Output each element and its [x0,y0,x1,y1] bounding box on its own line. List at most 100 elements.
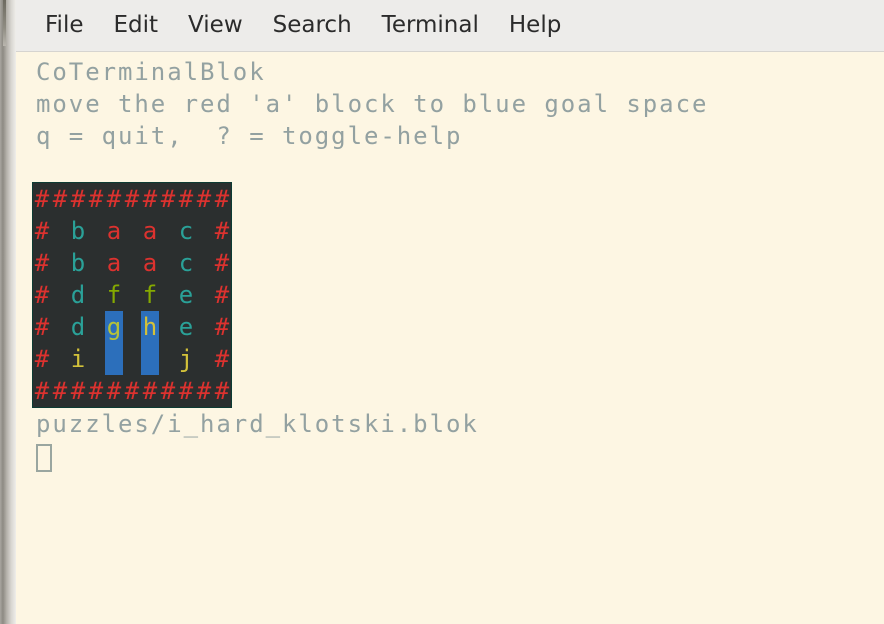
board-empty-cell[interactable] [123,215,141,247]
board-wall-cell: # [87,375,105,407]
board-block-cell-c[interactable]: c [177,247,195,279]
board-wall-cell: # [69,375,87,407]
board-empty-cell[interactable] [51,215,69,247]
board-empty-cell[interactable] [123,279,141,311]
board-wall-cell: # [141,375,159,407]
board-empty-cell[interactable] [87,311,105,343]
board-wall-cell: # [105,375,123,407]
board-block-cell-i[interactable]: i [69,343,87,375]
board-empty-cell[interactable] [51,279,69,311]
board-block-cell-a[interactable]: a [105,215,123,247]
board-wall-cell: # [33,343,51,375]
board-empty-cell[interactable] [159,343,177,375]
board-wall-cell: # [33,375,51,407]
menu-item-search[interactable]: Search [260,12,365,39]
board-empty-cell[interactable] [159,311,177,343]
board-wall-cell: # [33,215,51,247]
board-empty-cell[interactable] [159,247,177,279]
board-wall-cell: # [123,183,141,215]
board-wall-cell: # [195,183,213,215]
board-block-cell-d[interactable]: d [69,311,87,343]
board-wall-cell: # [213,375,231,407]
board-empty-cell[interactable] [123,311,141,343]
board-row: # d f f e # [33,279,231,311]
app-title-line: CoTerminalBlok [36,58,266,86]
window-left-edge [0,0,16,624]
board-wall-cell: # [213,183,231,215]
board-wall-cell: # [159,183,177,215]
terminal-screen[interactable]: CoTerminalBlok move the red 'a' block to… [16,52,884,624]
board-wall-cell: # [69,183,87,215]
board-wall-cell: # [213,215,231,247]
board-wall-cell: # [33,279,51,311]
board-wall-cell: # [213,311,231,343]
board-block-cell-f[interactable]: f [141,279,159,311]
menu-item-file[interactable]: File [32,12,97,39]
board-empty-cell[interactable] [87,279,105,311]
board-block-cell-h[interactable]: h [141,311,159,343]
menu-item-help[interactable]: Help [496,12,574,39]
board-row: # b a a c # [33,215,231,247]
board-row: # # # # # # # # # # # [33,375,231,407]
board-block-cell-b[interactable]: b [69,215,87,247]
board-empty-cell[interactable] [87,215,105,247]
board-wall-cell: # [195,375,213,407]
board-wall-cell: # [33,311,51,343]
board-wall-cell: # [213,279,231,311]
board-wall-cell: # [141,183,159,215]
board-wall-cell: # [51,375,69,407]
board-empty-cell[interactable] [195,247,213,279]
board-empty-cell[interactable] [195,311,213,343]
board-block-cell-g[interactable]: g [105,311,123,343]
board-wall-cell: # [213,247,231,279]
board-block-cell-e[interactable]: e [177,279,195,311]
menu-item-view[interactable]: View [175,12,256,39]
board-empty-cell[interactable] [195,215,213,247]
key-bindings-line: q = quit, ? = toggle-help [36,122,463,150]
board-block-cell-e[interactable]: e [177,311,195,343]
board-block-cell-c[interactable]: c [177,215,195,247]
terminal-window: File Edit View Search Terminal Help CoTe… [0,0,884,624]
board-row: # b a a c # [33,247,231,279]
board-empty-cell[interactable] [123,343,141,375]
board-wall-cell: # [87,183,105,215]
objective-line: move the red 'a' block to blue goal spac… [36,90,709,118]
board-wall-cell: # [159,375,177,407]
puzzle-file-line: puzzles/i_hard_klotski.blok [36,410,479,438]
menu-item-terminal[interactable]: Terminal [369,12,492,39]
board-block-cell-a[interactable]: a [141,215,159,247]
board-block-cell-a[interactable]: a [141,247,159,279]
board-row: # d g h e # [33,311,231,343]
board-empty-cell[interactable] [51,343,69,375]
board-wall-cell: # [213,343,231,375]
board-wall-cell: # [51,183,69,215]
board-wall-cell: # [33,247,51,279]
board-block-cell-d[interactable]: d [69,279,87,311]
text-cursor [36,444,52,472]
puzzle-board[interactable]: # # # # # # # # # # # # b a a c # # b a a c # # d f f… [32,182,232,408]
board-empty-cell[interactable] [87,343,105,375]
board-empty-cell[interactable] [51,311,69,343]
board-empty-cell[interactable] [195,343,213,375]
board-empty-cell[interactable] [123,247,141,279]
window-edge-highlight [3,0,6,46]
board-goal-cell[interactable] [141,343,159,375]
board-block-cell-f[interactable]: f [105,279,123,311]
menu-item-edit[interactable]: Edit [101,12,172,39]
board-empty-cell[interactable] [159,279,177,311]
board-empty-cell[interactable] [159,215,177,247]
board-empty-cell[interactable] [195,279,213,311]
board-empty-cell[interactable] [87,247,105,279]
board-block-cell-j[interactable]: j [177,343,195,375]
menu-bar: File Edit View Search Terminal Help [16,0,884,52]
board-wall-cell: # [123,375,141,407]
board-wall-cell: # [105,183,123,215]
board-block-cell-b[interactable]: b [69,247,87,279]
board-wall-cell: # [177,183,195,215]
board-empty-cell[interactable] [51,247,69,279]
board-block-cell-a[interactable]: a [105,247,123,279]
board-row: # # # # # # # # # # # [33,183,231,215]
board-wall-cell: # [177,375,195,407]
board-goal-cell[interactable] [105,343,123,375]
board-wall-cell: # [33,183,51,215]
